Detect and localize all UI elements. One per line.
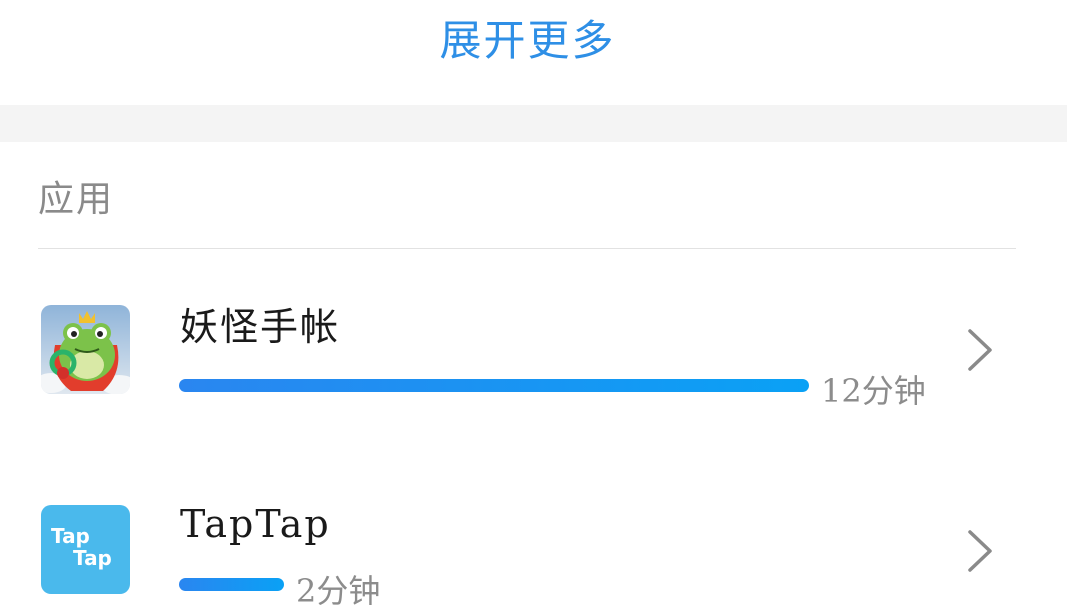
svg-text:Tap: Tap: [73, 546, 112, 570]
section-title: 应用: [38, 179, 115, 220]
usage-time: 2分钟: [296, 572, 381, 606]
chevron-right-icon: [968, 530, 992, 572]
section-separator: [0, 105, 1067, 142]
divider: [38, 248, 1016, 249]
app-row-yokai-watch[interactable]: 妖怪手帐 12分钟: [0, 280, 1067, 430]
usage-bar: [179, 578, 284, 591]
expand-more-button[interactable]: 展开更多: [0, 0, 1055, 74]
svg-text:Tap: Tap: [51, 524, 90, 548]
app-name: TapTap: [180, 502, 331, 546]
app-usage-page: 展开更多 应用 妖怪手帐 12分钟 Tap Tap TapTap 2分钟: [0, 0, 1080, 606]
taptap-logo-icon: Tap Tap: [41, 505, 130, 594]
usage-time: 12分钟: [821, 372, 926, 410]
usage-bar: [179, 379, 809, 392]
chevron-right-icon: [968, 329, 992, 371]
frog-character-game-icon: [41, 305, 130, 394]
app-name: 妖怪手帐: [180, 305, 341, 349]
app-row-taptap[interactable]: Tap Tap TapTap 2分钟: [0, 478, 1067, 606]
